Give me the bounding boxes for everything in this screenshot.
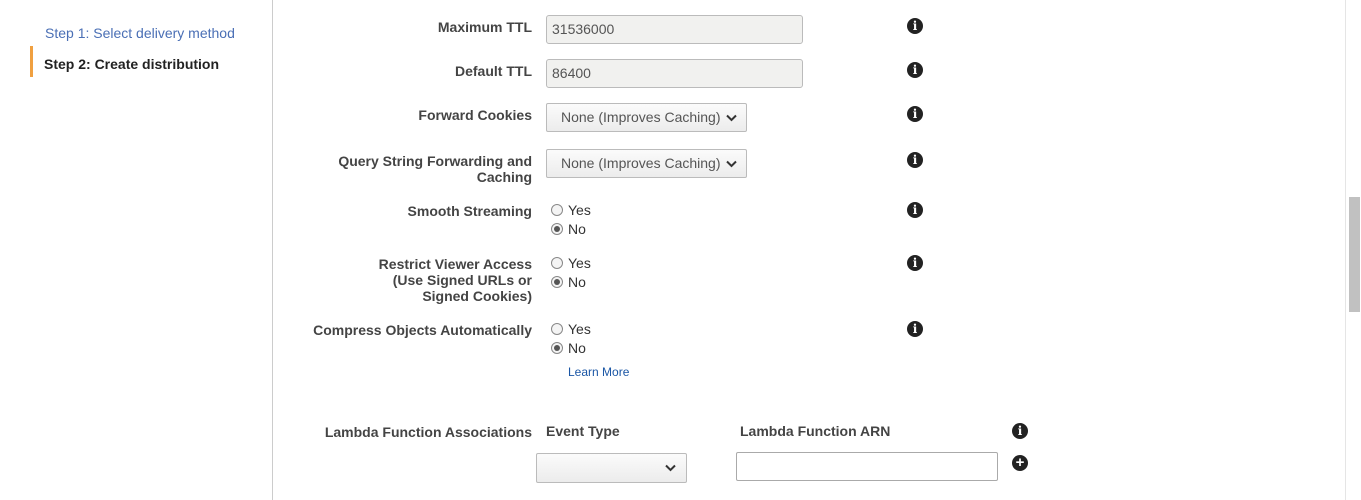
smooth-streaming-yes-radio[interactable]: Yes [551,202,591,218]
default-ttl-field[interactable]: 86400 [546,59,803,88]
radio-button-selected[interactable] [551,276,563,288]
chevron-down-icon [726,104,737,122]
compress-yes-radio[interactable]: Yes [551,321,591,337]
lambda-associations-label: Lambda Function Associations [324,424,532,440]
forward-cookies-label: Forward Cookies [418,107,532,123]
scrollbar-thumb[interactable] [1349,197,1360,312]
lambda-info-icon[interactable]: i [1012,423,1028,439]
compress-info-icon[interactable]: i [907,321,923,337]
lambda-arn-input[interactable] [736,452,998,481]
radio-button[interactable] [551,257,563,269]
maximum-ttl-label: Maximum TTL [437,19,532,35]
event-type-header: Event Type [546,423,620,439]
smooth-streaming-no-radio[interactable]: No [551,221,586,237]
smooth-streaming-label: Smooth Streaming [407,203,532,219]
default-ttl-info-icon[interactable]: i [907,62,923,78]
radio-button-selected[interactable] [551,223,563,235]
query-string-label: Query String Forwarding and Caching [338,153,532,185]
sidebar: Step 1: Select delivery method Step 2: C… [0,0,273,500]
sidebar-step-1-link[interactable]: Step 1: Select delivery method [45,25,235,41]
add-association-plus-icon[interactable]: + [1012,455,1028,471]
radio-label: Yes [568,321,591,337]
compress-objects-label: Compress Objects Automatically [313,322,532,338]
radio-label: No [568,221,586,237]
maximum-ttl-info-icon[interactable]: i [907,18,923,34]
smooth-streaming-info-icon[interactable]: i [907,202,923,218]
sidebar-step-2-current: Step 2: Create distribution [44,56,220,72]
learn-more-link[interactable]: Learn More [568,365,629,379]
forward-cookies-select[interactable]: None (Improves Caching) [546,103,747,132]
lambda-arn-header: Lambda Function ARN [740,423,891,439]
query-string-select[interactable]: None (Improves Caching) [546,149,747,178]
query-string-info-icon[interactable]: i [907,152,923,168]
radio-label: Yes [568,202,591,218]
radio-label: Yes [568,255,591,271]
event-type-select[interactable] [536,453,687,483]
radio-button[interactable] [551,323,563,335]
restrict-viewer-info-icon[interactable]: i [907,255,923,271]
radio-label: No [568,274,586,290]
chevron-down-icon [726,150,737,168]
forward-cookies-info-icon[interactable]: i [907,106,923,122]
active-step-indicator [30,46,33,77]
restrict-viewer-access-label: Restrict Viewer Access (Use Signed URLs … [378,256,532,304]
chevron-down-icon [665,454,676,472]
compress-no-radio[interactable]: No [551,340,586,356]
radio-button-selected[interactable] [551,342,563,354]
restrict-viewer-no-radio[interactable]: No [551,274,586,290]
maximum-ttl-field[interactable]: 31536000 [546,15,803,44]
vertical-scrollbar[interactable] [1345,0,1361,500]
radio-button[interactable] [551,204,563,216]
restrict-viewer-yes-radio[interactable]: Yes [551,255,591,271]
query-string-selected-value: None (Improves Caching) [561,155,721,171]
default-ttl-label: Default TTL [455,63,532,79]
forward-cookies-selected-value: None (Improves Caching) [561,109,721,125]
radio-label: No [568,340,586,356]
